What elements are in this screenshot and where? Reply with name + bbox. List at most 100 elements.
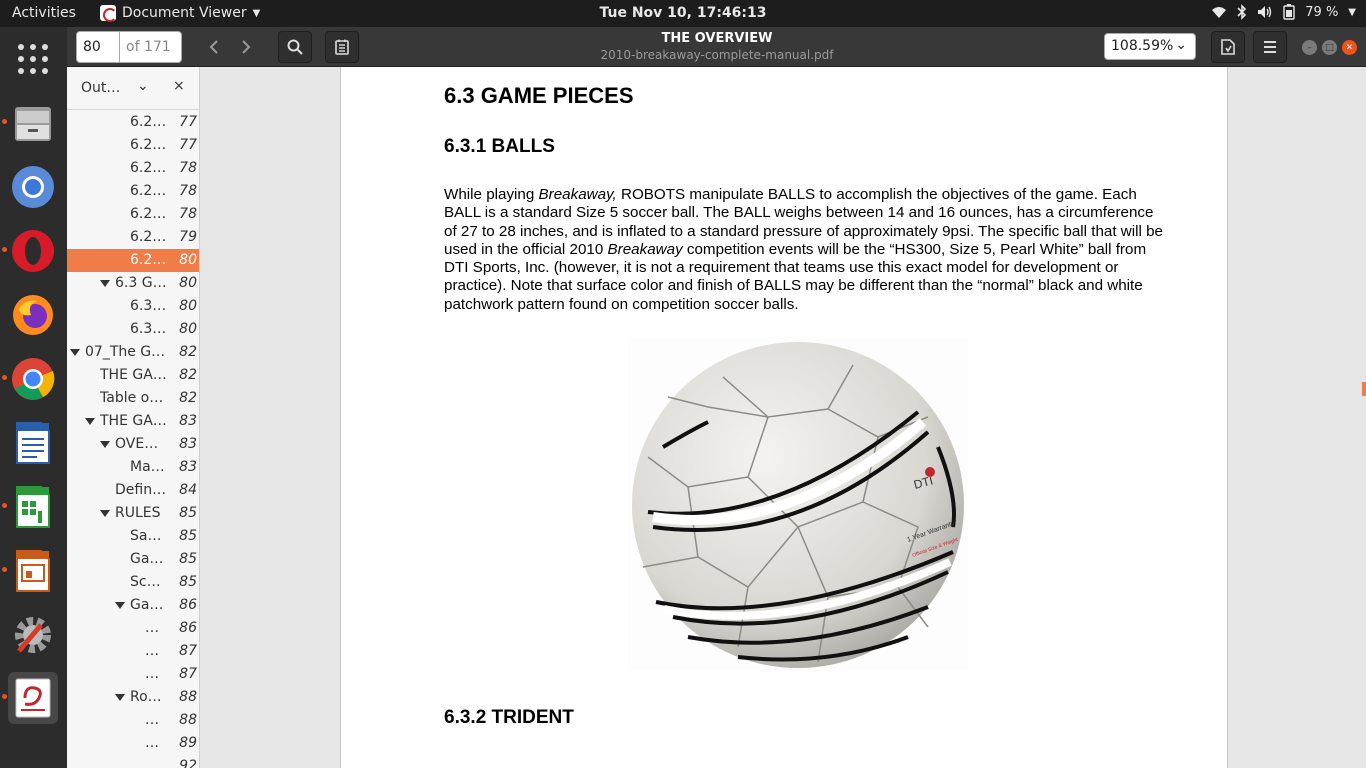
- outline-item-label: THE GA…: [100, 413, 167, 429]
- outline-item[interactable]: Ga… 85: [67, 548, 199, 571]
- dock-libreoffice-impress[interactable]: [2, 545, 58, 597]
- minimize-button[interactable]: –: [1302, 40, 1317, 55]
- activities-button[interactable]: Activities: [12, 5, 76, 21]
- outline-item[interactable]: Ro… 88: [67, 686, 199, 709]
- calc-icon: [16, 486, 50, 528]
- volume-icon: [1258, 6, 1272, 18]
- dock-firefox[interactable]: [8, 289, 58, 341]
- files-icon: [15, 107, 51, 141]
- outline-item[interactable]: 6.2… 78: [67, 157, 199, 180]
- outline-item-label: THE GA…: [100, 367, 167, 383]
- opera-icon: [12, 230, 54, 272]
- outline-item-page: 78: [179, 183, 197, 199]
- outline-item[interactable]: … 89: [67, 732, 199, 755]
- outline-item-page: 80: [179, 275, 197, 291]
- dock-chromium[interactable]: [8, 161, 58, 213]
- outline-item-page: 86: [179, 620, 197, 636]
- outline-item[interactable]: Sa… 85: [67, 525, 199, 548]
- outline-item[interactable]: 6.3… 80: [67, 318, 199, 341]
- document-view[interactable]: 6.3 GAME PIECES 6.3.1 BALLS While playin…: [200, 67, 1366, 768]
- zoom-select[interactable]: 108.59% ⌄: [1104, 33, 1196, 60]
- outline-item-label: 6.2…: [130, 160, 167, 176]
- close-window-button[interactable]: ✕: [1342, 40, 1357, 55]
- dock-document-viewer[interactable]: [2, 672, 58, 724]
- outline-item-page: 82: [179, 390, 197, 406]
- outline-item-label: …: [145, 735, 159, 751]
- next-page-button[interactable]: [230, 31, 262, 63]
- outline-item[interactable]: Ma… 83: [67, 456, 199, 479]
- dock-chrome[interactable]: [2, 353, 58, 405]
- system-tray[interactable]: 79 % ▼: [1211, 4, 1356, 20]
- expand-arrow-icon[interactable]: [100, 280, 110, 287]
- outline-item[interactable]: … 86: [67, 617, 199, 640]
- outline-item-page: 80: [179, 252, 197, 268]
- expand-arrow-icon[interactable]: [70, 349, 80, 356]
- save-copy-button[interactable]: [1211, 31, 1245, 63]
- outline-item-page: 78: [179, 160, 197, 176]
- app-menu[interactable]: Document Viewer ▼: [100, 5, 260, 22]
- dock-app-grid[interactable]: [8, 33, 58, 85]
- previous-page-button[interactable]: [198, 31, 230, 63]
- outline-item[interactable]: 6.2… 77: [67, 134, 199, 157]
- outline-item-page: 82: [179, 367, 197, 383]
- expand-arrow-icon[interactable]: [85, 418, 95, 425]
- expand-arrow-icon[interactable]: [115, 694, 125, 701]
- close-sidebar-icon[interactable]: ×: [173, 78, 185, 94]
- outline-item[interactable]: 6.2… 80: [67, 249, 199, 272]
- dock-libreoffice-calc[interactable]: [2, 481, 58, 533]
- outline-item[interactable]: 6.2… 78: [67, 203, 199, 226]
- running-indicator: [2, 694, 7, 699]
- chevron-down-icon[interactable]: ⌄: [137, 78, 149, 94]
- sidebar-mode-select[interactable]: Out…: [81, 80, 120, 96]
- outline-item-label: 6.3…: [130, 298, 167, 314]
- main-menu-button[interactable]: [1253, 31, 1287, 63]
- outline-item[interactable]: Defin… 84: [67, 479, 199, 502]
- outline-item[interactable]: Ga… 86: [67, 594, 199, 617]
- outline-item-page: 92: [179, 758, 197, 768]
- scrollbar-indicator[interactable]: [1362, 382, 1366, 396]
- impress-icon: [16, 550, 50, 592]
- outline-item-label: 6.2…: [130, 137, 167, 153]
- outline-item-page: 85: [179, 574, 197, 590]
- annotations-button[interactable]: [325, 31, 359, 63]
- outline-item-page: 77: [179, 114, 197, 130]
- outline-item[interactable]: … 87: [67, 640, 199, 663]
- outline-item[interactable]: THE GA… 83: [67, 410, 199, 433]
- outline-item-page: 83: [179, 436, 197, 452]
- firefox-icon: [13, 295, 53, 335]
- dock-opera[interactable]: [2, 225, 58, 277]
- writer-icon: [16, 422, 50, 464]
- running-indicator: [2, 119, 7, 124]
- outline-item[interactable]: OVE… 83: [67, 433, 199, 456]
- outline-item[interactable]: Table o… 82: [67, 387, 199, 410]
- page-number-input[interactable]: [76, 31, 120, 63]
- outline-item-page: 83: [179, 459, 197, 475]
- search-button[interactable]: [278, 31, 312, 63]
- outline-item-page: 84: [179, 482, 197, 498]
- outline-item[interactable]: … 88: [67, 709, 199, 732]
- outline-item[interactable]: … 87: [67, 663, 199, 686]
- outline-item[interactable]: 6.2… 78: [67, 180, 199, 203]
- outline-item-label: 6.2…: [130, 252, 167, 268]
- outline-item-page: 88: [179, 689, 197, 705]
- outline-item-page: 85: [179, 505, 197, 521]
- outline-item[interactable]: RULES 85: [67, 502, 199, 525]
- expand-arrow-icon[interactable]: [100, 510, 110, 517]
- outline-item[interactable]: 92: [67, 755, 199, 768]
- dock-settings[interactable]: [8, 609, 58, 661]
- dock-libreoffice-writer[interactable]: [8, 417, 58, 469]
- outline-item[interactable]: 6.2… 79: [67, 226, 199, 249]
- outline-item[interactable]: 07_The G… 82: [67, 341, 199, 364]
- maximize-icon: □: [1325, 42, 1334, 53]
- clock[interactable]: Tue Nov 10, 17:46:13: [599, 5, 766, 21]
- outline-item[interactable]: 6.3 G… 80: [67, 272, 199, 295]
- maximize-button[interactable]: □: [1322, 40, 1337, 55]
- outline-item[interactable]: Sc… 85: [67, 571, 199, 594]
- outline-item[interactable]: 6.2… 77: [67, 111, 199, 134]
- dock-files[interactable]: [2, 97, 58, 149]
- expand-arrow-icon[interactable]: [100, 441, 110, 448]
- outline-item[interactable]: 6.3… 80: [67, 295, 199, 318]
- expand-arrow-icon[interactable]: [115, 602, 125, 609]
- outline-item[interactable]: THE GA… 82: [67, 364, 199, 387]
- settings-icon: [15, 617, 51, 653]
